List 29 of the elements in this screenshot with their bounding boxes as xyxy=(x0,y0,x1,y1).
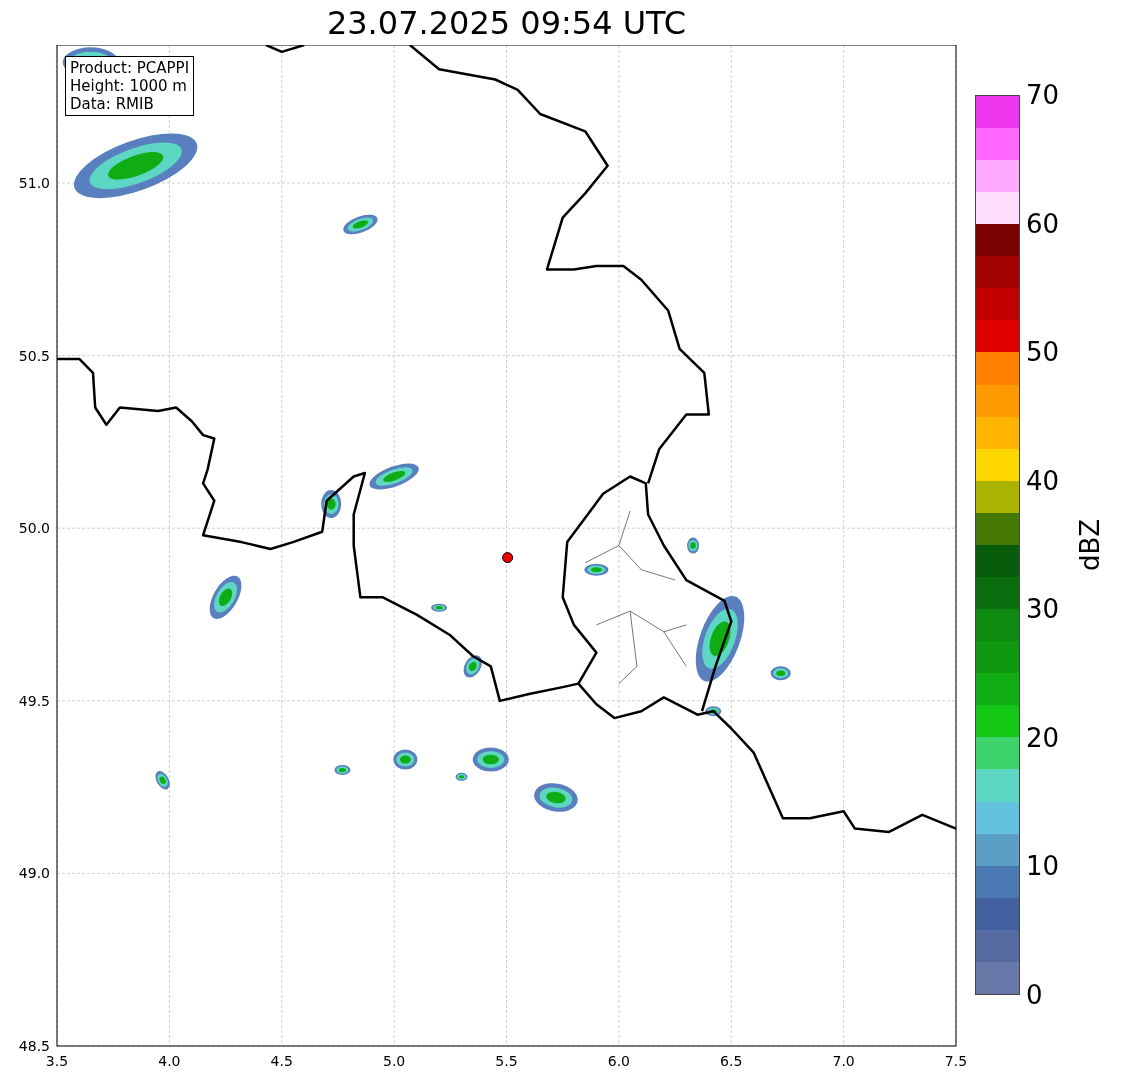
color-scale-unit-label: dBZ xyxy=(1077,518,1104,572)
x-axis-tick-label: 7.0 xyxy=(832,1053,855,1069)
x-axis-tick-label: 6.5 xyxy=(720,1053,743,1069)
y-axis-tick-label: 48.5 xyxy=(18,1038,50,1054)
y-axis-tick-label: 50.5 xyxy=(18,347,50,364)
chart-title: 23.07.2025 09:54 UTC xyxy=(326,6,687,39)
x-axis-tick-label: 6.0 xyxy=(607,1053,630,1069)
info-text: Data: RMIB xyxy=(70,95,155,113)
x-axis-tick-label: 7.5 xyxy=(944,1053,968,1069)
y-axis-tick-label: 51.0 xyxy=(18,175,50,191)
color-scale-tick-label: 10 xyxy=(1026,851,1061,882)
color-scale-tick-label: 60 xyxy=(1026,208,1061,239)
x-axis-tick-label: 4.0 xyxy=(158,1053,181,1069)
color-scale-tick-label: 20 xyxy=(1026,722,1061,753)
info-text: Product: PCAPPI xyxy=(70,59,190,77)
y-axis-tick-label: 49.5 xyxy=(18,692,50,709)
x-axis-tick-label: 4.5 xyxy=(270,1053,293,1069)
x-axis-tick-label: 5.5 xyxy=(495,1053,518,1069)
color-scale-tick-label: 70 xyxy=(1026,80,1061,110)
radar-site-marker xyxy=(502,552,514,564)
y-axis-tick-label: 50.0 xyxy=(18,520,50,537)
x-axis-tick-label: 5.0 xyxy=(383,1053,406,1069)
y-axis-tick-label: 49.0 xyxy=(18,865,50,882)
color-scale-tick-label: 50 xyxy=(1026,337,1061,368)
color-scale-tick-label: 40 xyxy=(1026,465,1061,496)
info-text: Height: 1000 m xyxy=(70,77,188,95)
color-scale-tick-label: 30 xyxy=(1026,594,1061,625)
x-axis-tick-label: 3.5 xyxy=(45,1053,69,1069)
color-scale-tick-label: 0 xyxy=(1026,979,1044,1010)
